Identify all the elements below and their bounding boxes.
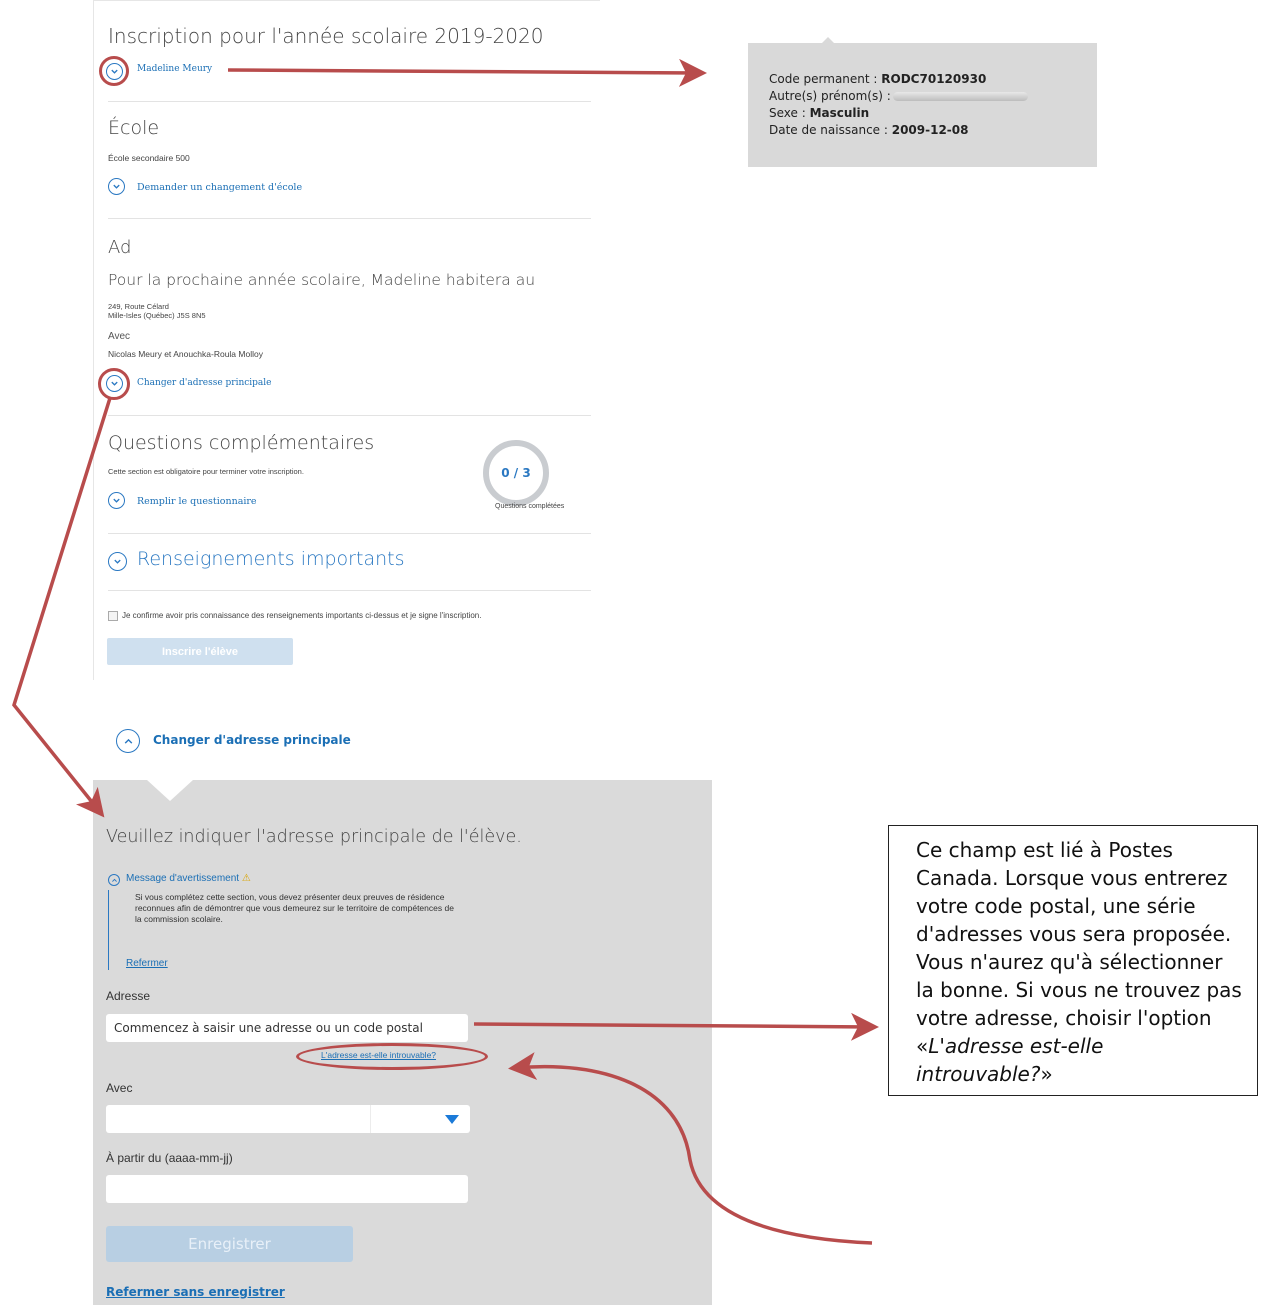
arrow-to-callout	[473, 1012, 879, 1041]
arrow-to-not-found-link	[508, 1052, 873, 1245]
arrow-to-info-box	[227, 58, 707, 87]
annotation-arrows	[12, 58, 879, 1245]
arrow-to-address-panel	[12, 397, 112, 818]
